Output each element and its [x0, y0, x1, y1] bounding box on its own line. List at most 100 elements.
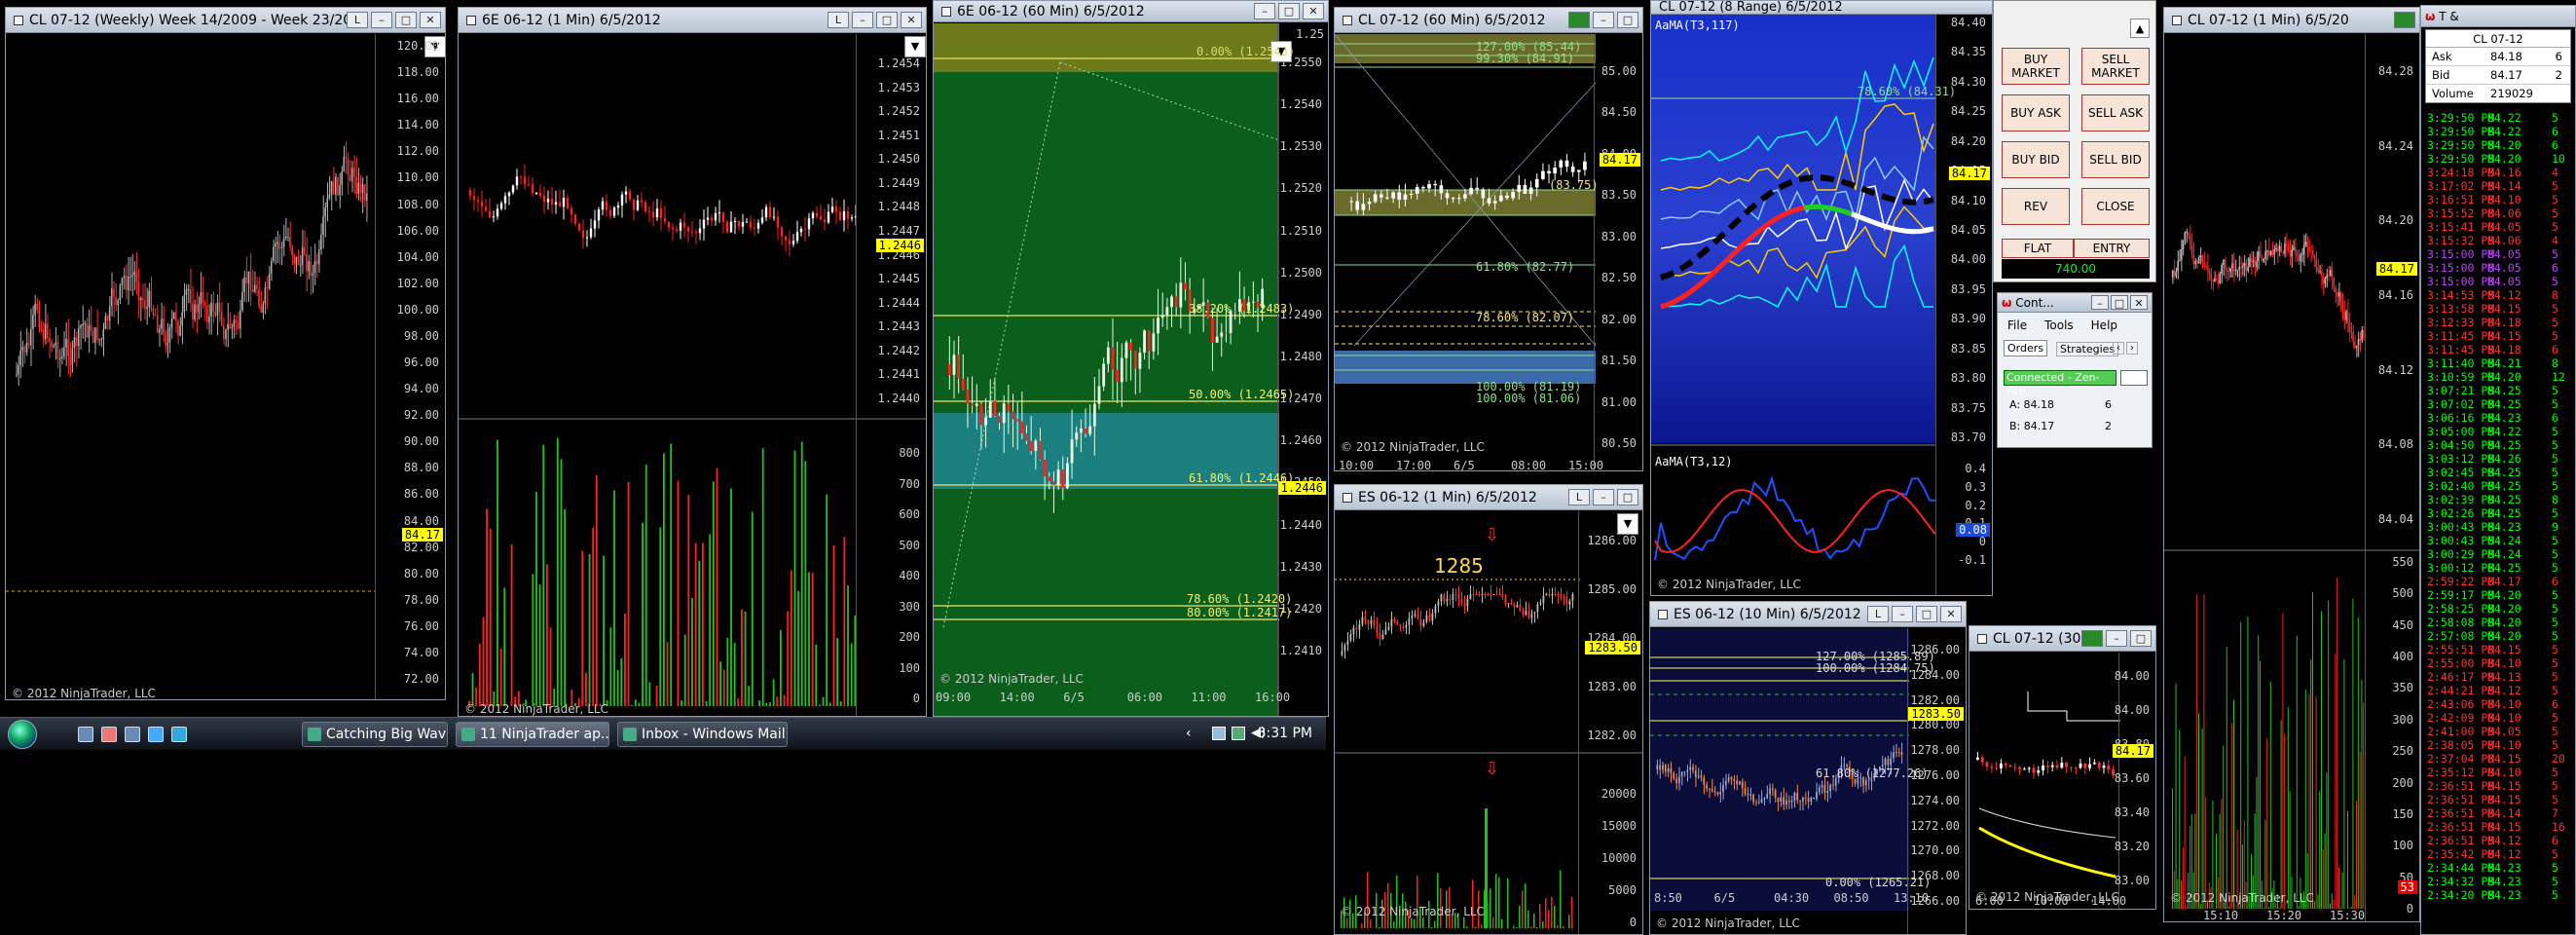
tas-row[interactable]: 2:58:08 PM 84.20 5: [2425, 616, 2573, 630]
buy-market-button[interactable]: BUY MARKET: [2002, 48, 2070, 85]
close-button[interactable]: ✕: [1940, 606, 1962, 622]
close-position-button[interactable]: CLOSE: [2081, 188, 2150, 225]
tas-row[interactable]: 3:13:58 PM 84.15 5: [2425, 302, 2573, 317]
order-entry-panel[interactable]: ▲ BUY MARKET SELL MARKET BUY ASK SELL AS…: [1993, 0, 2156, 282]
tas-row[interactable]: 3:03:12 PM 84.26 5: [2425, 452, 2573, 467]
tas-row[interactable]: 3:00:43 PM 84.24 5: [2425, 534, 2573, 548]
tas-row[interactable]: 2:35:42 PM 84.12 5: [2425, 847, 2573, 862]
maximize-button[interactable]: □: [2111, 295, 2128, 310]
tray-expand-icon[interactable]: ‹: [1186, 726, 1192, 741]
tas-row[interactable]: 3:00:43 PM 84.23 9: [2425, 520, 2573, 535]
tas-row[interactable]: 3:11:45 PM 84.18 6: [2425, 343, 2573, 357]
tas-row[interactable]: 2:34:20 PM 84.23 5: [2425, 888, 2573, 903]
maximize-button[interactable]: □: [2130, 630, 2152, 647]
link-button[interactable]: [2081, 630, 2103, 647]
tas-row[interactable]: 3:29:50 PM 84.20 6: [2425, 138, 2573, 153]
tas-row[interactable]: 3:11:45 PM 84.15 5: [2425, 329, 2573, 344]
tas-row[interactable]: 3:15:32 PM 84.06 4: [2425, 234, 2573, 248]
tas-row[interactable]: 2:38:05 PM 84.10 5: [2425, 738, 2573, 753]
minimize-button[interactable]: –: [1593, 489, 1614, 505]
tas-row[interactable]: 3:15:52 PM 84.06 5: [2425, 206, 2573, 221]
tas-row[interactable]: 2:36:51 PM 84.14 7: [2425, 806, 2573, 821]
tas-row[interactable]: 3:07:02 PM 84.25 5: [2425, 397, 2573, 412]
tas-row[interactable]: 3:04:50 PM 84.25 5: [2425, 438, 2573, 453]
cl-range-chart-window[interactable]: CL 07-12 (8 Range) 6/5/2012 AaMA(T3,117)…: [1650, 0, 1993, 596]
buy-ask-button[interactable]: BUY ASK: [2002, 94, 2070, 131]
tab-orders[interactable]: Orders: [2004, 340, 2047, 356]
tas-row[interactable]: 3:29:50 PM 84.22 6: [2425, 125, 2573, 139]
tas-row[interactable]: 2:42:09 PM 84.10 5: [2425, 711, 2573, 726]
chart-area[interactable]: ⇩ ⇩ ▼ 1286.00 1285.00 1284.00 1283.00 1282.00…: [1335, 511, 1642, 934]
tas-row[interactable]: 3:15:41 PM 84.05 5: [2425, 220, 2573, 235]
tas-row[interactable]: 2:43:06 PM 84.10 6: [2425, 697, 2573, 712]
chart-area[interactable]: ▼ 1.2454 1.2453 1.2452 1.2451 1.2450 1.2449 1.…: [459, 34, 926, 716]
tas-row[interactable]: 3:29:50 PM 84.22 5: [2425, 111, 2573, 126]
chart-area[interactable]: 84.28 84.24 84.20 84.16 84.12 84.08 84.04 550 50…: [2164, 34, 2419, 921]
cl-1min-right-chart-window[interactable]: CL 07-12 (1 Min) 6/5/20 84.28 84.24 84.20 8…: [2163, 7, 2420, 922]
chart-area[interactable]: AaMA(T3,117) AaMA(T3,12) 84.40 84.35 84.30…: [1651, 15, 1992, 595]
close-button[interactable]: ✕: [1303, 3, 1324, 19]
link-button[interactable]: L: [1568, 489, 1590, 505]
taskbar-item-ninjatrader[interactable]: 11 NinjaTrader ap...: [456, 722, 609, 747]
maximize-button[interactable]: □: [1617, 12, 1638, 28]
maximize-button[interactable]: □: [395, 12, 417, 28]
tas-row[interactable]: 2:35:12 PM 84.10 5: [2425, 766, 2573, 780]
tas-row[interactable]: 3:02:26 PM 84.25 5: [2425, 506, 2573, 521]
internet-explorer-icon[interactable]: [171, 727, 187, 742]
tas-row[interactable]: 2:44:21 PM 84.12 5: [2425, 684, 2573, 698]
tas-row[interactable]: 3:05:00 PM 84.22 5: [2425, 425, 2573, 439]
sell-bid-button[interactable]: SELL BID: [2081, 141, 2150, 178]
minimize-button[interactable]: –: [1892, 606, 1913, 622]
tas-row[interactable]: 2:58:25 PM 84.20 5: [2425, 602, 2573, 617]
sell-ask-button[interactable]: SELL ASK: [2081, 94, 2150, 131]
minimize-button[interactable]: –: [1593, 12, 1614, 28]
window-title-bar[interactable]: CL 07-12 (30 – □: [1969, 626, 2155, 652]
tas-row[interactable]: 2:46:17 PM 84.13 5: [2425, 670, 2573, 685]
minimize-button[interactable]: –: [2106, 630, 2127, 647]
maximize-button[interactable]: □: [876, 12, 898, 28]
chart-area[interactable]: 1286.00 1284.00 1282.00 1280.00 1278.00 1276.…: [1650, 628, 1966, 934]
tas-row[interactable]: 2:36:51 PM 84.15 5: [2425, 779, 2573, 794]
taskbar-item-browser[interactable]: Catching Big Waves...: [302, 722, 448, 747]
menu-tools[interactable]: Tools: [2044, 318, 2074, 332]
tas-row[interactable]: 2:57:08 PM 84.20 5: [2425, 629, 2573, 644]
tas-row[interactable]: 2:37:04 PM 84.15 20: [2425, 752, 2573, 767]
tas-row[interactable]: 3:11:40 PM 84.21 8: [2425, 356, 2573, 371]
maximize-button[interactable]: □: [1278, 3, 1300, 19]
switch-windows-icon[interactable]: [125, 727, 140, 742]
chart-area[interactable]: 85.0084.5084.0083.5083.0082.5082.0081.50…: [1335, 34, 1642, 470]
control-center-window[interactable]: ω Cont... – □ ✕ File Tools Help Orders Str…: [1997, 292, 2153, 448]
link-button[interactable]: L: [1867, 606, 1889, 622]
start-button[interactable]: [8, 720, 37, 749]
chart-area[interactable]: 1.2550 1.2540 1.2530 1.2520 1.2510 1.2500 1.24…: [934, 23, 1328, 716]
battery-icon[interactable]: [1232, 727, 1245, 740]
tas-row[interactable]: 3:02:40 PM 84.25 5: [2425, 479, 2573, 494]
6e-1min-chart-window[interactable]: 6E 06-12 (1 Min) 6/5/2012 L – □ ✕ ▼ 1.2454 1…: [458, 7, 927, 717]
time-and-sales-window[interactable]: ω T & CL 07-12 Ask 84.18 6 Bid 84.17 2 Volum…: [2420, 5, 2576, 935]
maximize-button[interactable]: □: [1617, 489, 1638, 505]
window-title-bar[interactable]: ES 06-12 (10 Min) 6/5/2012 L – □ ✕: [1650, 602, 1966, 627]
tas-list[interactable]: 3:29:50 PM 84.22 5 3:29:50 PM 84.22 6 3:29:50 …: [2425, 111, 2573, 934]
buy-bid-button[interactable]: BUY BID: [2002, 141, 2070, 178]
tas-row[interactable]: 3:10:59 PM 84.20 12: [2425, 370, 2573, 385]
window-title-bar[interactable]: CL 07-12 (Weekly) Week 14/2009 - Week 23…: [6, 8, 445, 33]
tas-row[interactable]: 2:36:51 PM 84.15 5: [2425, 793, 2573, 807]
show-desktop-icon[interactable]: [78, 727, 93, 742]
window-title-bar[interactable]: CL 07-12 (60 Min) 6/5/2012 – □: [1335, 8, 1642, 33]
tab-scroll-left[interactable]: ‹: [2113, 342, 2124, 355]
maximize-button[interactable]: □: [1916, 606, 1937, 622]
tas-row[interactable]: 2:36:51 PM 84.12 6: [2425, 834, 2573, 848]
tas-row[interactable]: 2:55:00 PM 84.10 5: [2425, 656, 2573, 671]
link-button[interactable]: [2394, 12, 2415, 28]
media-player-icon[interactable]: [101, 727, 117, 742]
window-title-bar[interactable]: ω T &: [2421, 6, 2575, 27]
chart-area[interactable]: ▼ 120.00 118.00 116.00 114.00 112.00 110.00 10…: [6, 34, 445, 699]
taskbar-item-windows-mail[interactable]: Inbox - Windows Mail: [617, 722, 788, 747]
link-button[interactable]: L: [347, 12, 368, 28]
tas-row[interactable]: 3:24:18 PM 84.16 4: [2425, 166, 2573, 180]
reverse-button[interactable]: REV: [2002, 188, 2070, 225]
es-10min-chart-window[interactable]: ES 06-12 (10 Min) 6/5/2012 L – □ ✕ 1286.00 1…: [1649, 601, 1967, 935]
tas-row[interactable]: 3:17:02 PM 84.14 5: [2425, 179, 2573, 194]
minimize-button[interactable]: –: [2091, 295, 2109, 310]
menu-file[interactable]: File: [2007, 318, 2027, 332]
